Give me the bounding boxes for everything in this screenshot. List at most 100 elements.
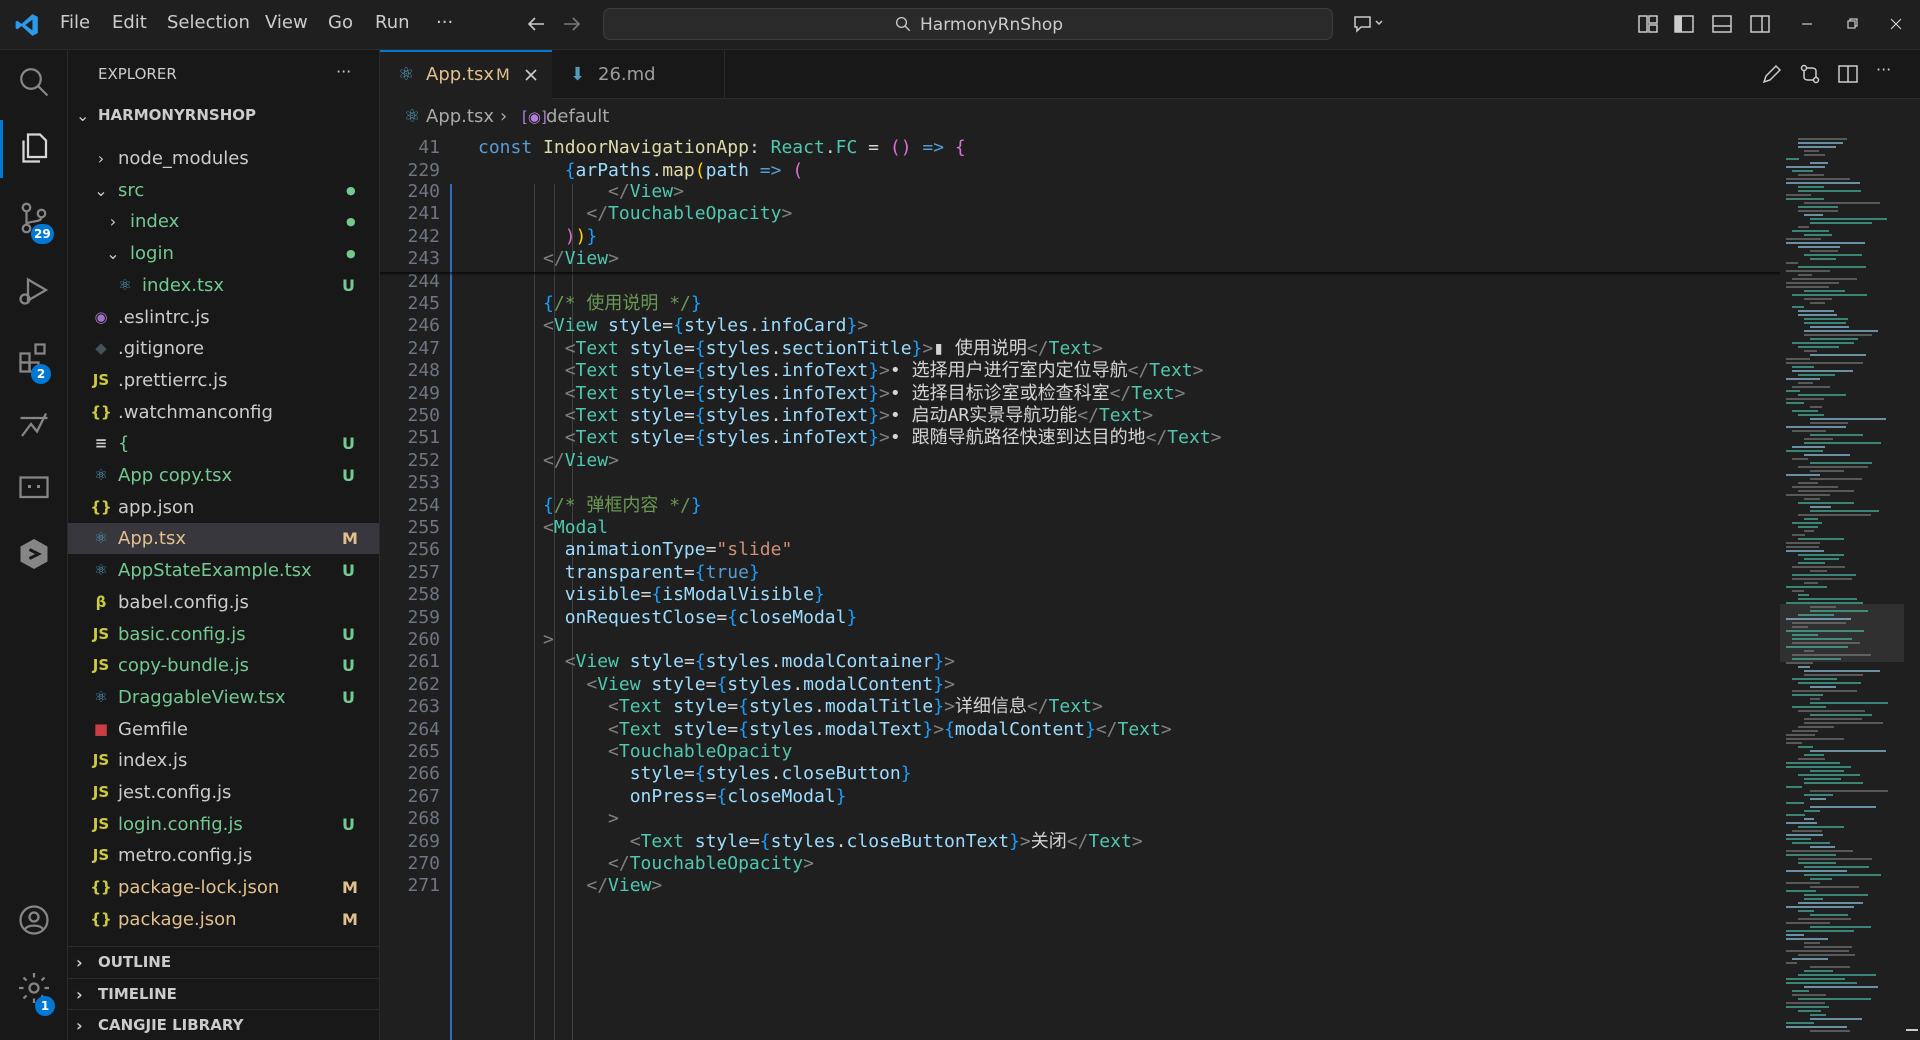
- split-editor-icon[interactable]: [1836, 62, 1860, 86]
- folder-item[interactable]: › index ●: [68, 206, 379, 237]
- code-token: Text: [575, 337, 619, 359]
- toggle-panel-icon[interactable]: [1710, 12, 1734, 36]
- run-debug-icon[interactable]: [16, 272, 52, 308]
- file-item[interactable]: ≡ {U: [68, 428, 379, 459]
- file-type-icon: JS: [92, 846, 110, 865]
- file-item[interactable]: JS .prettierrc.js: [68, 365, 379, 396]
- copilot-chat-icon[interactable]: [1352, 12, 1386, 36]
- file-item[interactable]: ⚛ AppStateExample.tsx U: [68, 555, 379, 586]
- timeline-section-label: TIMELINE: [98, 985, 177, 1003]
- code-token: 关闭: [1030, 830, 1067, 852]
- minimap-line: [1798, 226, 1809, 228]
- file-item[interactable]: β babel.config.js: [68, 587, 379, 618]
- menu-item-6[interactable]: ···: [436, 12, 453, 33]
- code-token: {: [694, 763, 706, 785]
- menu-item-1[interactable]: Edit: [112, 12, 147, 33]
- close-window-icon[interactable]: [1884, 12, 1908, 36]
- editor-more-actions-button[interactable]: ···: [1876, 60, 1891, 79]
- code-token: style: [618, 337, 684, 359]
- menu-item-3[interactable]: View: [265, 12, 308, 33]
- file-item[interactable]: {} package-lock.json M: [68, 872, 379, 903]
- open-changes-icon[interactable]: [1798, 62, 1822, 86]
- menu-item-4[interactable]: Go: [328, 12, 353, 33]
- file-item[interactable]: JS metro.config.js: [68, 840, 379, 871]
- code-token: </: [478, 875, 609, 897]
- menu-item-5[interactable]: Run: [375, 12, 410, 33]
- breadcrumb-symbol[interactable]: default: [546, 100, 609, 134]
- workspace-root[interactable]: ⌄ HARMONYRNSHOP: [68, 100, 379, 131]
- remote-explorer-icon[interactable]: [16, 470, 52, 506]
- restore-icon[interactable]: [1840, 12, 1864, 36]
- folder-item[interactable]: ⌄ src ●: [68, 175, 379, 206]
- minimap-line: [1810, 750, 1886, 752]
- code-line[interactable]: 271 </View>: [380, 872, 1780, 899]
- minimap-line: [1786, 870, 1847, 872]
- customize-layout-icon[interactable]: [1636, 12, 1660, 36]
- file-item[interactable]: {} package.json M: [68, 904, 379, 935]
- minimap-line: [1810, 770, 1844, 772]
- menu-item-2[interactable]: Selection: [167, 12, 250, 33]
- outline-section[interactable]: › OUTLINE: [68, 946, 379, 978]
- file-item[interactable]: ◆ .gitignore: [68, 333, 379, 364]
- file-item[interactable]: JS copy-bundle.js U: [68, 650, 379, 681]
- tab-close-icon[interactable]: [523, 67, 539, 83]
- tab-modified-indicator: M: [496, 65, 510, 84]
- symbol-module-icon: [◉]: [522, 108, 547, 126]
- minimap-line: [1804, 442, 1881, 444]
- file-item[interactable]: ◉ .eslintrc.js: [68, 302, 379, 333]
- forward-arrow-icon[interactable]: [560, 12, 584, 36]
- file-type-icon: JS: [92, 624, 110, 643]
- minimap[interactable]: [1780, 134, 1904, 1040]
- file-item[interactable]: ⚛ index.tsx U: [68, 270, 379, 301]
- file-item[interactable]: ⚛ App.tsx M: [68, 523, 379, 555]
- explorer-more-button[interactable]: ···: [336, 62, 351, 81]
- breadcrumb-file[interactable]: App.tsx: [426, 100, 494, 134]
- explorer-files-icon[interactable]: [16, 130, 52, 166]
- timeline-section[interactable]: › TIMELINE: [68, 978, 379, 1010]
- folder-item[interactable]: › node_modules: [68, 143, 379, 174]
- code-token: {: [954, 137, 966, 158]
- accounts-icon[interactable]: [16, 902, 52, 938]
- minimap-line: [1792, 386, 1830, 388]
- cangjie-extension-icon[interactable]: [16, 536, 52, 572]
- minimap-line: [1810, 218, 1887, 220]
- code-token: {: [694, 405, 706, 426]
- code-token: View: [564, 248, 609, 270]
- folder-item[interactable]: ⌄ login ●: [68, 238, 379, 269]
- back-arrow-icon[interactable]: [524, 12, 548, 36]
- file-type-icon: ⚛: [94, 529, 108, 548]
- code-token: style: [618, 427, 684, 449]
- file-type-icon: {}: [90, 878, 112, 897]
- sticky-scroll-line[interactable]: 229 {arPaths.map(path => (: [380, 156, 1780, 184]
- file-item[interactable]: ■ Gemfile: [68, 714, 379, 745]
- code-editor[interactable]: 240 </View> 241 </TouchableOpacity> 242 ))…: [380, 134, 1780, 1040]
- minimap-line: [1804, 582, 1818, 584]
- minimap-line: [1786, 546, 1819, 548]
- vertical-scrollbar[interactable]: [1904, 134, 1920, 1040]
- code-token: TouchableOpacity: [618, 741, 793, 762]
- toggle-secondary-sidebar-icon[interactable]: [1748, 12, 1772, 36]
- minimap-line: [1810, 570, 1827, 572]
- code-token: View: [564, 449, 609, 471]
- cangjie-library-section[interactable]: › CANGJIE LIBRARY: [68, 1009, 379, 1040]
- edit-pencil-icon[interactable]: [1760, 62, 1784, 86]
- file-item[interactable]: JS login.config.js U: [68, 809, 379, 840]
- minimap-line: [1786, 358, 1810, 360]
- testing-flask-icon[interactable]: [16, 406, 52, 442]
- file-item[interactable]: ⚛ DraggableView.tsx U: [68, 682, 379, 713]
- minimize-icon[interactable]: [1795, 12, 1819, 36]
- search-view-icon[interactable]: [16, 64, 52, 100]
- file-item[interactable]: JS basic.config.js U: [68, 619, 379, 650]
- file-item[interactable]: ⚛ App copy.tsx U: [68, 460, 379, 491]
- code-token: {: [738, 718, 749, 740]
- tab-app-tsx[interactable]: ⚛ App.tsx M: [380, 50, 552, 99]
- tab-26-md[interactable]: ⬇ 26.md: [552, 50, 725, 99]
- command-center-search[interactable]: HarmonyRnShop: [603, 8, 1333, 40]
- tree-item-label: Gemfile: [118, 718, 188, 740]
- file-item[interactable]: JS jest.config.js: [68, 777, 379, 808]
- toggle-primary-sidebar-icon[interactable]: [1672, 12, 1696, 36]
- file-item[interactable]: {} app.json: [68, 492, 379, 523]
- file-item[interactable]: {} .watchmanconfig: [68, 397, 379, 428]
- file-item[interactable]: JS index.js: [68, 745, 379, 776]
- menu-item-0[interactable]: File: [60, 12, 90, 33]
